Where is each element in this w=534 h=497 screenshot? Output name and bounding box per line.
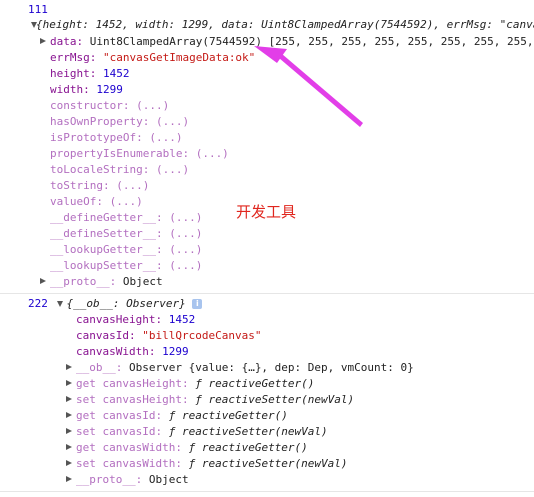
prop-key-canvasheight: canvasHeight: xyxy=(76,313,163,326)
prop-value-canvasheight: 1452 xyxy=(168,313,196,326)
prop-canvasheight-row: canvasHeight: 1452 xyxy=(76,312,195,328)
expand-arrow-right-icon[interactable] xyxy=(66,380,72,386)
accessor-name: set canvasHeight: xyxy=(76,393,189,406)
accessor-function: ƒ reactiveSetter(newVal) xyxy=(188,457,348,470)
arrow-shaft xyxy=(279,54,363,127)
expand-arrow-right-icon[interactable] xyxy=(66,444,72,450)
prop-ob-row[interactable]: __ob__: Observer {value: {…}, dep: Dep, … xyxy=(66,360,414,376)
expand-arrow-down-icon[interactable] xyxy=(57,301,63,307)
accessor-row[interactable]: set canvasWidth: ƒ reactiveSetter(newVal… xyxy=(66,456,348,472)
prop-value-canvaswidth: 1299 xyxy=(162,345,189,358)
expand-arrow-right-icon[interactable] xyxy=(66,428,72,434)
accessor-function: ƒ reactiveSetter(newVal) xyxy=(195,393,355,406)
accessor-name: get canvasHeight: xyxy=(76,377,189,390)
prop-value-ob: Observer {value: {…}, dep: Dep, vmCount:… xyxy=(128,361,414,374)
accessor-name: get canvasWidth: xyxy=(76,441,182,454)
accessor-row[interactable]: get canvasId: ƒ reactiveGetter() xyxy=(66,408,288,424)
prop-key-canvasid: canvasId: xyxy=(76,329,136,342)
prop-value-canvasid: "billQrcodeCanvas" xyxy=(142,329,262,342)
log-divider xyxy=(0,293,534,294)
prop-canvasid-row: canvasId: "billQrcodeCanvas" xyxy=(76,328,261,344)
prop-key-ob: __ob__: xyxy=(76,361,123,374)
expand-arrow-right-icon[interactable] xyxy=(66,396,72,402)
accessor-row[interactable]: get canvasHeight: ƒ reactiveGetter() xyxy=(66,376,314,392)
prop-key-canvaswidth: canvasWidth: xyxy=(76,345,156,358)
expand-arrow-right-icon[interactable] xyxy=(66,460,72,466)
accessor-name: get canvasId: xyxy=(76,409,163,422)
prop-canvaswidth-row: canvasWidth: 1299 xyxy=(76,344,189,360)
accessor-function: ƒ reactiveGetter() xyxy=(168,409,288,422)
info-icon[interactable]: i xyxy=(192,299,203,309)
log2-header-row[interactable]: 222 {__ob__: Observer} i xyxy=(28,296,203,312)
accessor-function: ƒ reactiveGetter() xyxy=(195,377,315,390)
accessor-row[interactable]: set canvasId: ƒ reactiveSetter(newVal) xyxy=(66,424,328,440)
prop-proto-row[interactable]: __proto__: Object xyxy=(66,472,189,488)
object-summary: {__ob__: Observer} xyxy=(66,297,186,310)
expand-arrow-right-icon[interactable] xyxy=(66,364,72,370)
expand-arrow-right-icon[interactable] xyxy=(66,412,72,418)
expand-arrow-right-icon[interactable] xyxy=(66,476,72,482)
accessor-row[interactable]: get canvasWidth: ƒ reactiveGetter() xyxy=(66,440,308,456)
accessor-name: set canvasWidth: xyxy=(76,457,182,470)
accessor-row[interactable]: set canvasHeight: ƒ reactiveSetter(newVa… xyxy=(66,392,354,408)
accessor-function: ƒ reactiveSetter(newVal) xyxy=(168,425,328,438)
accessor-name: set canvasId: xyxy=(76,425,163,438)
log-divider xyxy=(0,491,534,492)
prop-key-proto: __proto__: xyxy=(76,473,143,486)
log-prefix-text: 222 xyxy=(28,297,48,310)
accessor-function: ƒ reactiveGetter() xyxy=(188,441,308,454)
prop-value-proto: Object xyxy=(148,473,189,486)
